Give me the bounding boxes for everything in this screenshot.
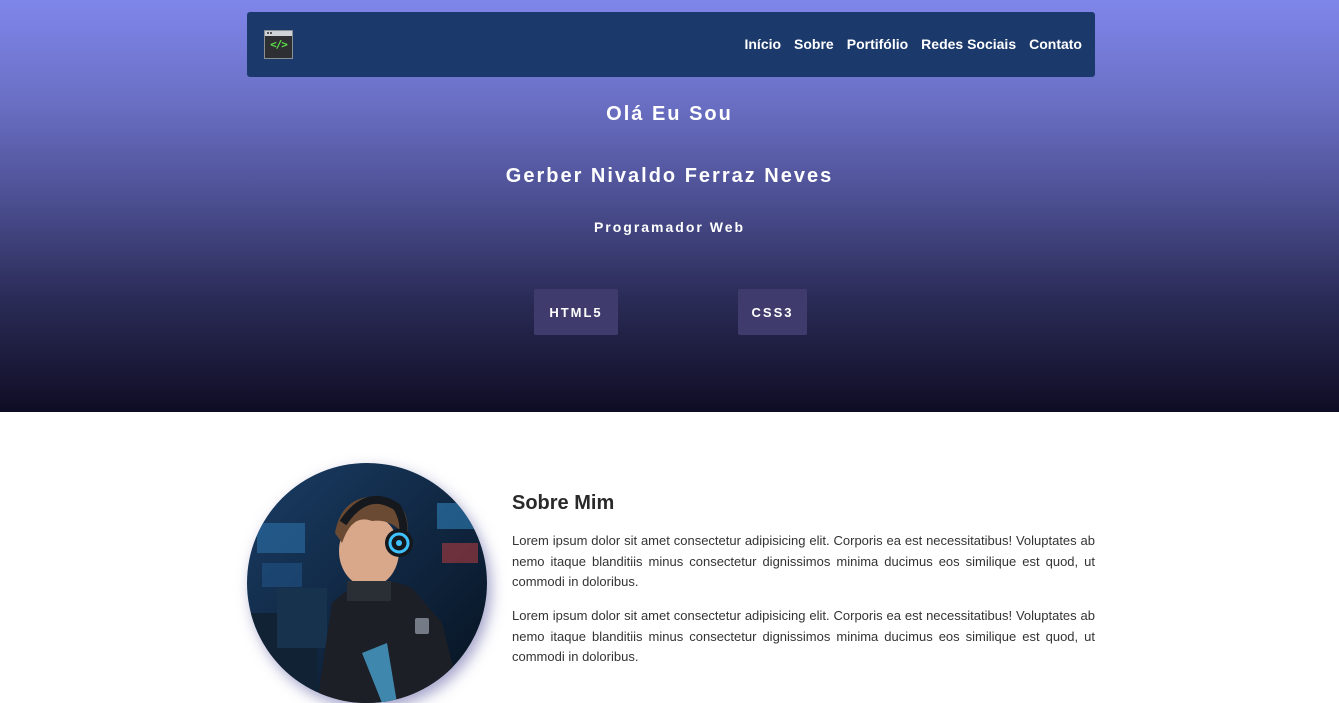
logo-dot: [267, 32, 269, 34]
hero-greeting: Olá Eu Sou: [606, 103, 733, 125]
nav-link-sobre[interactable]: Sobre: [794, 36, 834, 52]
profile-avatar: [247, 463, 487, 703]
skill-badge-html5: HTML5: [534, 289, 618, 335]
logo-code-text: </>: [270, 38, 288, 51]
about-section: Sobre Mim Lorem ipsum dolor sit amet con…: [0, 412, 1339, 703]
code-logo-icon[interactable]: </>: [264, 30, 293, 59]
hero-name: Gerber Nivaldo Ferraz Neves: [505, 165, 834, 187]
hero-role: Programador Web: [593, 219, 746, 235]
gamer-illustration: [247, 463, 487, 703]
about-paragraph: Lorem ipsum dolor sit amet consectetur a…: [512, 608, 1095, 664]
nav-links: Início Sobre Portifólio Redes Sociais Co…: [744, 36, 1082, 52]
nav-link-redes-sociais[interactable]: Redes Sociais: [921, 36, 1016, 52]
logo-dot: [270, 32, 272, 34]
nav-link-contato[interactable]: Contato: [1029, 36, 1082, 52]
about-paragraph: Lorem ipsum dolor sit amet consectetur a…: [512, 533, 1095, 589]
about-title: Sobre Mim: [512, 492, 615, 514]
nav-link-inicio[interactable]: Início: [744, 36, 781, 52]
navbar: </> Início Sobre Portifólio Redes Sociai…: [247, 12, 1095, 77]
nav-link-portifolio[interactable]: Portifólio: [847, 36, 908, 52]
hero-section: </> Início Sobre Portifólio Redes Sociai…: [0, 0, 1339, 412]
skill-badge-css3: CSS3: [738, 289, 807, 335]
